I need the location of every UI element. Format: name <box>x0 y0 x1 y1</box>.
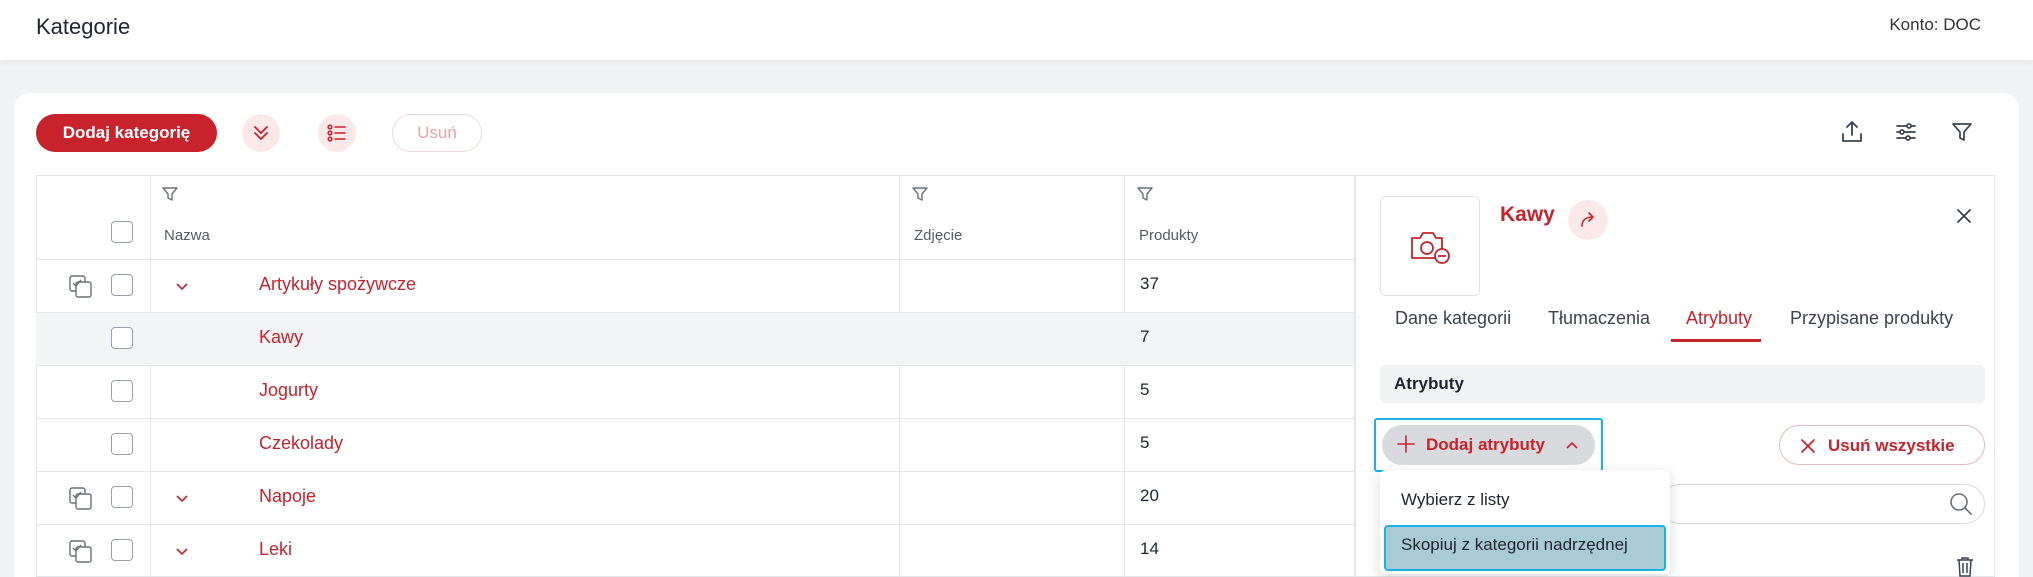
column-header-photo[interactable]: Zdjęcie <box>914 227 962 244</box>
settings-button[interactable] <box>1890 116 1922 148</box>
select-all-checkbox[interactable] <box>111 221 133 243</box>
photo-filter-icon[interactable] <box>911 185 929 203</box>
menu-item-copy-from-parent[interactable]: Skopiuj z kategorii nadrzędnej <box>1401 535 1628 555</box>
export-button[interactable] <box>1836 116 1868 148</box>
list-view-button[interactable] <box>318 114 356 152</box>
close-icon <box>1801 439 1815 453</box>
category-image[interactable] <box>1380 196 1480 296</box>
chevron-down-icon[interactable] <box>172 542 192 562</box>
top-bar: Kategorie Konto: DOC <box>0 0 2033 60</box>
name-filter-icon[interactable] <box>161 185 179 203</box>
filter-icon <box>1952 123 1972 141</box>
menu-item-choose-from-list[interactable]: Wybierz z listy <box>1401 490 1509 510</box>
expand-all-button[interactable] <box>242 114 280 152</box>
trash-icon[interactable] <box>1954 555 1976 577</box>
product-count: 14 <box>1140 539 1159 558</box>
product-count: 5 <box>1140 433 1150 452</box>
tab-tlumaczenia[interactable]: Tłumaczenia <box>1548 308 1650 329</box>
chevron-up-icon <box>1566 441 1578 449</box>
product-count: 7 <box>1140 327 1150 346</box>
share-button[interactable] <box>1568 200 1608 240</box>
products-filter-icon[interactable] <box>1136 185 1154 203</box>
row-checkbox[interactable] <box>111 274 133 296</box>
category-name[interactable]: Czekolady <box>259 433 343 454</box>
add-attributes-button[interactable]: Dodaj atrybuty <box>1382 425 1595 465</box>
panel-title: Kawy <box>1500 203 1555 226</box>
category-name[interactable]: Jogurty <box>259 380 318 401</box>
delete-button[interactable]: Usuń <box>392 114 482 152</box>
category-name[interactable]: Kawy <box>259 327 303 348</box>
category-name[interactable]: Napoje <box>259 486 316 507</box>
sliders-icon <box>1896 123 1916 141</box>
category-name[interactable]: Artykuły spożywcze <box>259 274 416 295</box>
share-arrow-icon <box>1581 212 1594 227</box>
tab-dane-kategorii[interactable]: Dane kategorii <box>1395 308 1511 329</box>
row-checkbox[interactable] <box>111 486 133 508</box>
camera-remove-icon <box>1411 232 1450 264</box>
row-checkbox[interactable] <box>111 327 133 349</box>
tab-atrybuty[interactable]: Atrybuty <box>1686 308 1752 329</box>
close-icon[interactable] <box>1952 204 1976 228</box>
table-row[interactable]: Napoje 20 <box>36 472 1354 525</box>
search-icon[interactable] <box>1948 491 1974 517</box>
attributes-section-header: Atrybuty <box>1380 365 1985 403</box>
add-attributes-label: Dodaj atrybuty <box>1426 435 1546 454</box>
product-count: 37 <box>1140 274 1159 293</box>
chevron-down-icon[interactable] <box>172 277 192 297</box>
section-title: Atrybuty <box>1394 374 1464 393</box>
select-children-icon[interactable] <box>68 274 94 300</box>
product-count: 5 <box>1140 380 1150 399</box>
select-children-icon[interactable] <box>68 539 94 565</box>
table-row[interactable]: Jogurty 5 <box>36 366 1354 419</box>
tab-przypisane-produkty[interactable]: Przypisane produkty <box>1790 308 1953 329</box>
filter-button[interactable] <box>1946 116 1978 148</box>
page-title: Kategorie <box>36 14 131 39</box>
active-tab-indicator <box>1671 339 1761 342</box>
add-category-button[interactable]: Dodaj kategorię <box>36 114 217 152</box>
category-name[interactable]: Leki <box>259 539 292 560</box>
row-checkbox[interactable] <box>111 539 133 561</box>
table-row[interactable]: Leki 14 <box>36 525 1354 577</box>
attribute-search-input[interactable] <box>1660 484 1985 524</box>
select-children-icon[interactable] <box>68 486 94 512</box>
row-checkbox[interactable] <box>111 433 133 455</box>
row-checkbox[interactable] <box>111 380 133 402</box>
table-row[interactable]: Czekolady 5 <box>36 419 1354 472</box>
double-chevron-down-icon <box>254 126 268 140</box>
chevron-down-icon[interactable] <box>172 489 192 509</box>
product-count: 20 <box>1140 486 1159 505</box>
remove-all-button[interactable]: Usuń wszystkie <box>1779 425 1985 465</box>
account-label[interactable]: Konto: DOC <box>1889 15 1981 35</box>
column-header-products[interactable]: Produkty <box>1139 227 1198 244</box>
column-header-name[interactable]: Nazwa <box>164 227 210 244</box>
upload-icon <box>1842 121 1862 142</box>
list-icon <box>327 124 346 142</box>
plus-icon <box>1397 435 1415 453</box>
table-row[interactable]: Artykuły spożywcze 37 <box>36 260 1354 313</box>
table-row[interactable]: Kawy 7 <box>36 313 1354 366</box>
remove-all-label: Usuń wszystkie <box>1828 436 1955 455</box>
